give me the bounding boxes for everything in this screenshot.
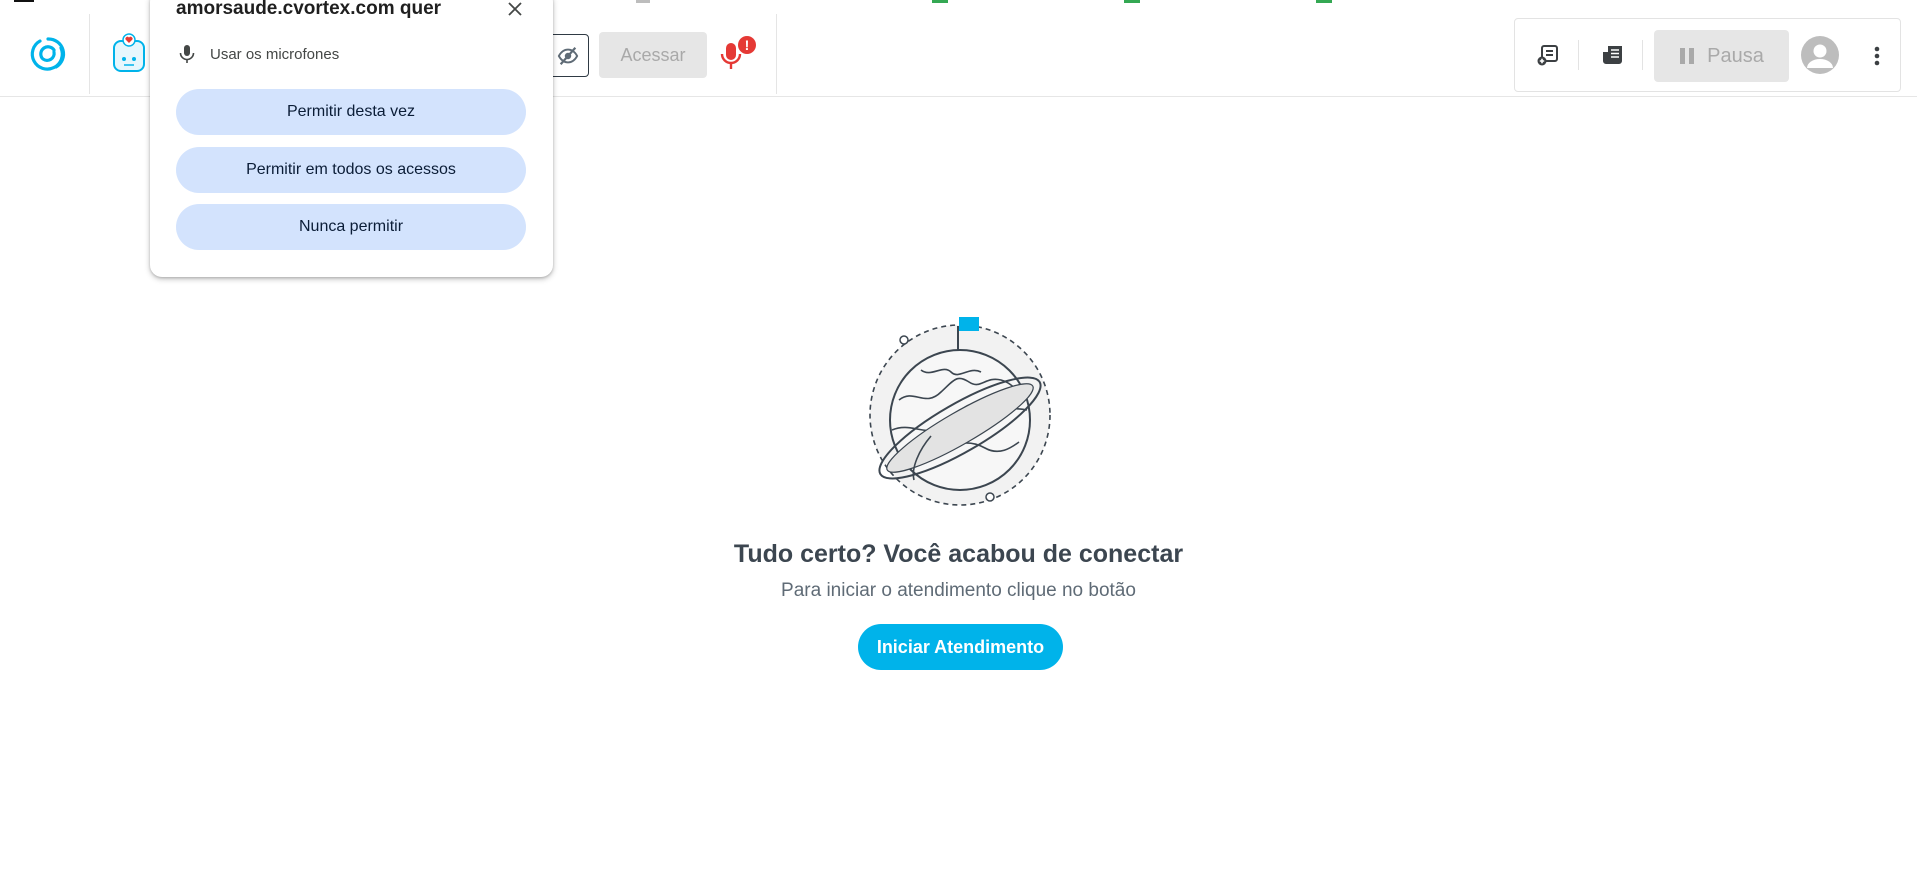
newspaper-icon — [1603, 46, 1622, 64]
user-avatar[interactable] — [1801, 36, 1839, 74]
mic-badge: ! — [745, 37, 750, 53]
newspaper-button[interactable] — [1599, 41, 1627, 69]
empty-state-headline: Tudo certo? Você acabou de conectar — [733, 540, 1184, 568]
divider — [776, 14, 777, 94]
agent-toolbar: Pausa — [1514, 18, 1901, 92]
acessar-button[interactable]: Acessar — [599, 32, 707, 78]
microphone-permission-popup: amorsaude.cvortex.com quer Usar os micro… — [150, 0, 553, 277]
divider — [1578, 40, 1579, 70]
top-edge-mark — [1124, 0, 1140, 3]
pausa-button[interactable]: Pausa — [1654, 30, 1789, 82]
eye-off-icon — [557, 46, 579, 65]
allow-always-button[interactable]: Permitir em todos os acessos — [176, 147, 526, 193]
visibility-toggle-button[interactable] — [547, 34, 589, 77]
microphone-icon — [179, 45, 195, 63]
close-icon[interactable] — [506, 0, 524, 18]
pause-icon — [1680, 48, 1695, 64]
pausa-label: Pausa — [1707, 44, 1764, 67]
more-vertical-icon[interactable] — [1865, 41, 1889, 71]
user-avatar-icon — [1807, 44, 1833, 68]
document-add-icon — [1537, 45, 1558, 66]
iniciar-atendimento-button[interactable]: Iniciar Atendimento — [858, 624, 1063, 670]
divider — [1642, 40, 1643, 70]
permission-request-label: Usar os microfones — [210, 46, 340, 63]
never-allow-button[interactable]: Nunca permitir — [176, 204, 526, 250]
top-edge-mark — [14, 0, 34, 2]
swirl-logo-icon[interactable] — [28, 34, 68, 74]
top-edge-mark — [1316, 0, 1332, 3]
top-edge-mark — [932, 0, 948, 3]
allow-once-button[interactable]: Permitir desta vez — [176, 89, 526, 135]
empty-state-subline: Para iniciar o atendimento clique no bot… — [781, 580, 1136, 601]
popup-title: amorsaude.cvortex.com quer — [176, 0, 442, 19]
document-add-button[interactable] — [1534, 41, 1562, 69]
top-edge-mark — [636, 0, 650, 3]
microphone-alert-icon[interactable]: ! — [717, 34, 759, 76]
divider — [89, 14, 90, 94]
planet-flag-icon — [869, 317, 1051, 506]
robot-heart-icon[interactable] — [110, 32, 148, 74]
